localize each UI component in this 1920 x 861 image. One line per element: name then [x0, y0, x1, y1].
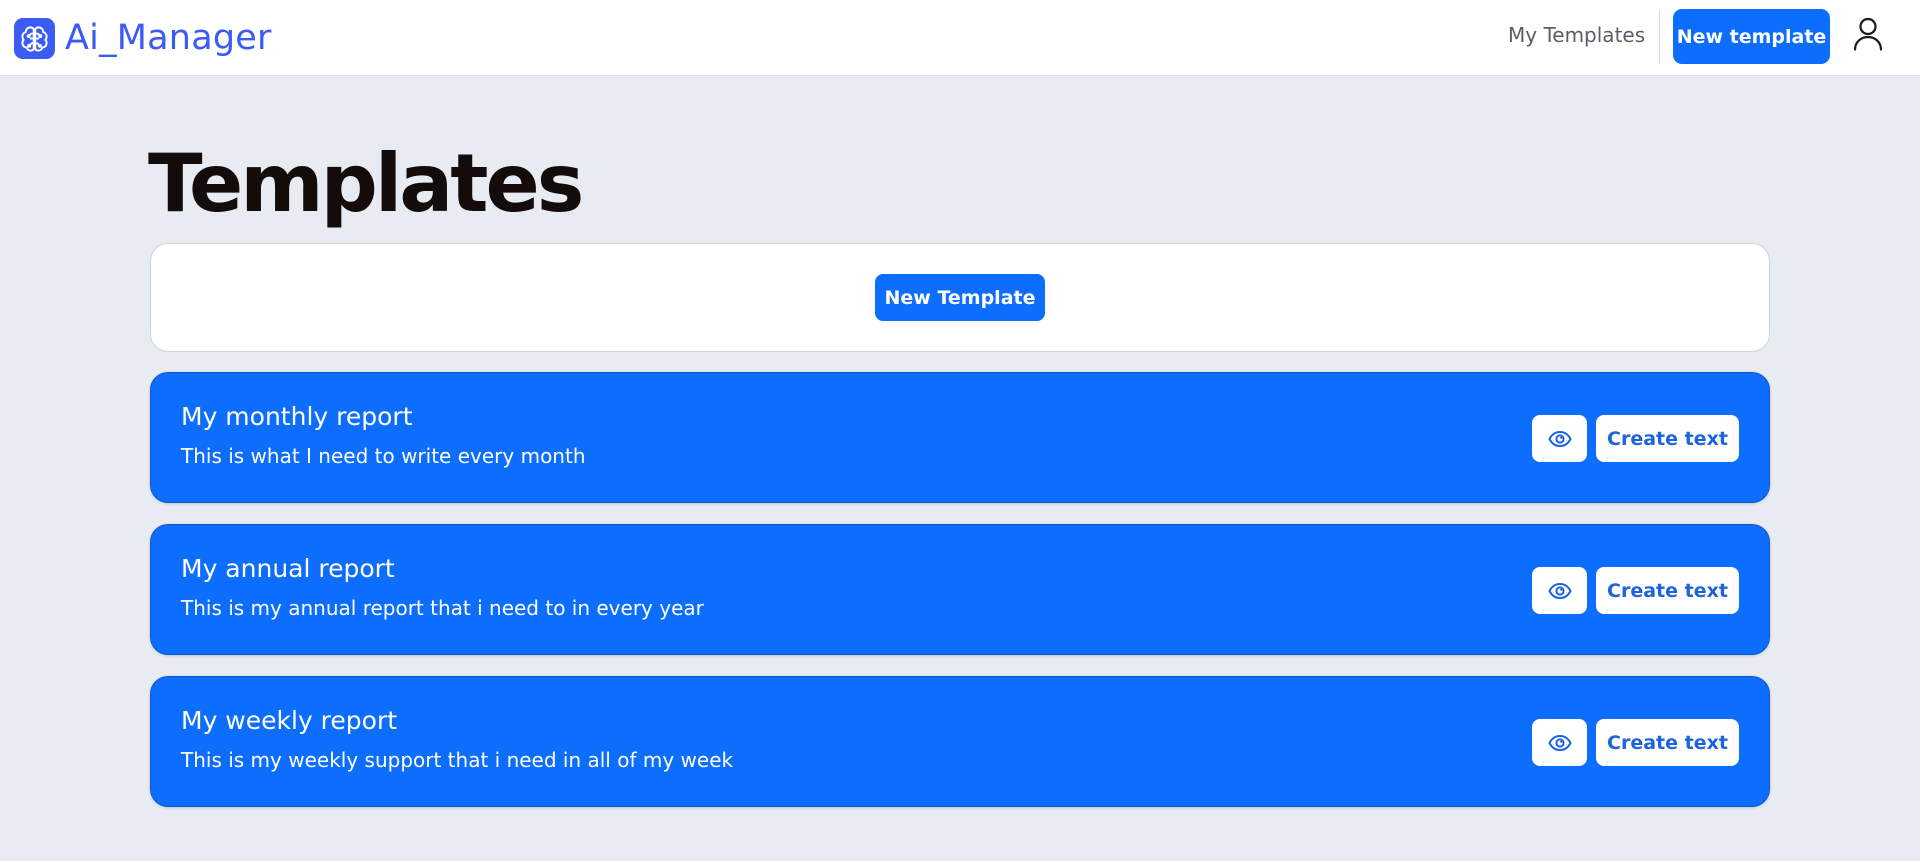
template-description: This is what I need to write every month — [181, 444, 586, 468]
template-description: This is my annual report that i need to … — [181, 596, 704, 620]
template-title: My weekly report — [181, 706, 398, 735]
template-description: This is my weekly support that i need in… — [181, 748, 734, 772]
template-title: My monthly report — [181, 402, 413, 431]
view-template-button[interactable] — [1532, 719, 1587, 766]
template-actions: Create text — [1532, 719, 1739, 766]
view-template-button[interactable] — [1532, 567, 1587, 614]
top-navbar: Ai_Manager My Templates New template — [0, 0, 1920, 76]
user-profile-button[interactable] — [1851, 15, 1885, 53]
template-card: My annual report This is my annual repor… — [150, 524, 1770, 655]
eye-icon — [1547, 734, 1572, 751]
template-list: My monthly report This is what I need to… — [150, 372, 1770, 828]
user-icon — [1853, 17, 1883, 51]
brain-circuit-icon — [14, 17, 55, 59]
nav-link-my-templates[interactable]: My Templates — [1508, 22, 1645, 48]
template-card: My monthly report This is what I need to… — [150, 372, 1770, 503]
template-actions: Create text — [1532, 415, 1739, 462]
nav-divider — [1659, 10, 1660, 64]
template-title: My annual report — [181, 554, 395, 583]
template-actions: Create text — [1532, 567, 1739, 614]
new-template-panel: New Template — [150, 243, 1770, 352]
create-text-button[interactable]: Create text — [1596, 415, 1739, 462]
eye-icon — [1547, 582, 1572, 599]
create-text-button[interactable]: Create text — [1596, 567, 1739, 614]
eye-icon — [1547, 430, 1572, 447]
template-card: My weekly report This is my weekly suppo… — [150, 676, 1770, 807]
create-text-button[interactable]: Create text — [1596, 719, 1739, 766]
brand-name: Ai_Manager — [65, 18, 272, 58]
new-template-button[interactable]: New Template — [875, 274, 1045, 321]
header-new-template-button[interactable]: New template — [1673, 9, 1830, 64]
brand-logo-link[interactable]: Ai_Manager — [14, 17, 272, 59]
page-title: Templates — [148, 137, 584, 230]
view-template-button[interactable] — [1532, 415, 1587, 462]
